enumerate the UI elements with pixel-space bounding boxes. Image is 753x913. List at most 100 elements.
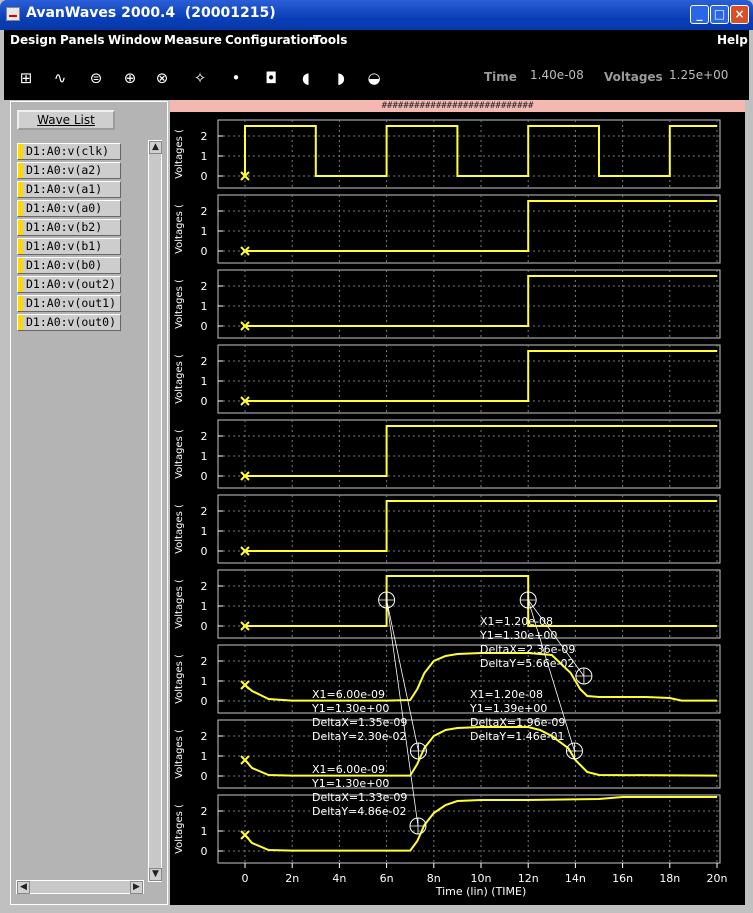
menu-configuration[interactable]: Configuration xyxy=(225,33,317,47)
wave-list-horizontal-scrollbar[interactable]: ◀ ▶ xyxy=(16,880,144,894)
wave-list-item-label: D1:A0:v(out0) xyxy=(26,315,117,329)
x-tick-label: 16n xyxy=(612,872,633,885)
wave-list-button-label: Wave List xyxy=(37,113,95,127)
cursor-annotation: DeltaX=2.36e-09 xyxy=(480,643,575,656)
panel-ylabel: Voltages ( xyxy=(174,279,185,329)
zoom-fit-icon[interactable]: • xyxy=(224,66,248,90)
y-tick-label: 2 xyxy=(201,355,208,368)
cursor-annotation: DeltaY=5.66e-02 xyxy=(480,657,575,670)
scroll-right-icon[interactable]: ▶ xyxy=(130,881,143,894)
zoom-in-icon[interactable]: ◘ xyxy=(259,66,283,90)
cursor-annotation: DeltaY=2.30e-02 xyxy=(312,730,407,743)
app-icon xyxy=(6,7,20,21)
waveform-ops-icon[interactable]: ∿ xyxy=(48,66,72,90)
cursor-annotation: Y1=1.39e+00 xyxy=(469,702,547,715)
menu-panels[interactable]: Panels xyxy=(60,33,105,47)
start-marker xyxy=(240,755,250,765)
x-tick-label: 18n xyxy=(659,872,680,885)
panel-ylabel: Voltages ( xyxy=(174,429,185,479)
wave-list-item-label: D1:A0:v(clk) xyxy=(26,144,110,158)
wave-list-item[interactable]: D1:A0:v(out2) xyxy=(17,276,121,293)
wave-list-button[interactable]: Wave List xyxy=(17,110,115,130)
wave-list-item[interactable]: D1:A0:v(a0) xyxy=(17,200,121,217)
y-tick-label: 2 xyxy=(201,505,208,518)
cursor-add-icon[interactable]: ⊕ xyxy=(118,66,142,90)
wave-list-item[interactable]: D1:A0:v(b0) xyxy=(17,257,121,274)
panel-frame xyxy=(217,569,721,639)
y-tick-label: 0 xyxy=(201,770,208,783)
y-tick-label: 1 xyxy=(201,225,208,238)
waveform-plot-area[interactable]: ############################ 0 1 2 Voltages… xyxy=(170,100,745,905)
zoom-y-icon[interactable]: ◗ xyxy=(329,66,353,90)
crosshair-icon[interactable]: ⊗ xyxy=(150,66,174,90)
wave-color-swatch xyxy=(18,277,23,292)
voltages-label: Voltages xyxy=(604,70,663,84)
wave-list-item[interactable]: D1:A0:v(a2) xyxy=(17,162,121,179)
wave-list-item[interactable]: D1:A0:v(out1) xyxy=(17,295,121,312)
cursor-annotation: DeltaX=1.33e-09 xyxy=(312,791,407,804)
panel-frame xyxy=(217,344,721,414)
x-tick-label: 4n xyxy=(332,872,346,885)
maximize-button[interactable]: □ xyxy=(710,5,729,24)
panel-frame xyxy=(217,794,721,864)
wave-list-item-label: D1:A0:v(a2) xyxy=(26,163,103,177)
y-tick-label: 1 xyxy=(201,675,208,688)
y-tick-label: 1 xyxy=(201,525,208,538)
y-tick-label: 0 xyxy=(201,545,208,558)
cursor-annotation: X1=1.20e-08 xyxy=(470,688,543,701)
panel-frame xyxy=(217,419,721,489)
menu-window[interactable]: Window xyxy=(108,33,162,47)
waveform-chart: 0 1 2 Voltages ( 0 1 2 Voltages ( 0 1 2 Voltages ( 0… xyxy=(174,119,728,898)
y-tick-label: 1 xyxy=(201,825,208,838)
scroll-up-icon[interactable]: ▲ xyxy=(149,141,162,154)
zoom-x-icon[interactable]: ◒ xyxy=(362,66,386,90)
wave-list-item-label: D1:A0:v(b0) xyxy=(26,258,103,272)
start-marker xyxy=(240,830,250,840)
cursor-annotation: X1=1.20e-08 xyxy=(480,615,553,628)
wave-list-item-label: D1:A0:v(out1) xyxy=(26,296,117,310)
menu-help[interactable]: Help xyxy=(717,33,748,47)
x-tick-label: 0 xyxy=(242,872,249,885)
y-tick-label: 0 xyxy=(201,320,208,333)
zoom-icon[interactable]: ✧ xyxy=(188,66,212,90)
y-tick-label: 1 xyxy=(201,750,208,763)
menu-bar: Design Panels Window Measure Configurati… xyxy=(4,30,749,52)
voltages-value: 1.25e+00 xyxy=(669,68,729,82)
menu-tools[interactable]: Tools xyxy=(313,33,347,47)
minimize-button[interactable]: _ xyxy=(690,5,709,24)
panel-ylabel: Voltages ( xyxy=(174,504,185,554)
title-bar: AvanWaves 2000.4 (20001215) _ □ × xyxy=(0,0,753,30)
panel-frame xyxy=(217,494,721,564)
y-tick-label: 2 xyxy=(201,805,208,818)
y-tick-label: 0 xyxy=(201,245,208,258)
y-tick-label: 2 xyxy=(201,280,208,293)
time-label: Time xyxy=(484,70,517,84)
y-tick-label: 2 xyxy=(201,130,208,143)
cursor-annotation: DeltaX=1.96e-09 xyxy=(470,716,565,729)
x-tick-label: 8n xyxy=(427,872,441,885)
menu-design[interactable]: Design xyxy=(10,33,57,47)
menu-measure[interactable]: Measure xyxy=(164,33,222,47)
wave-list-item[interactable]: D1:A0:v(b2) xyxy=(17,219,121,236)
panel-tree-icon[interactable]: ⊞ xyxy=(14,66,38,90)
y-tick-label: 1 xyxy=(201,150,208,163)
wave-color-swatch xyxy=(18,296,23,311)
close-button[interactable]: × xyxy=(730,5,749,24)
x-tick-label: 14n xyxy=(565,872,586,885)
wave-list-vertical-scrollbar[interactable]: ▲ ▼ xyxy=(148,140,162,882)
scroll-left-icon[interactable]: ◀ xyxy=(17,881,30,894)
wave-list-item[interactable]: D1:A0:v(a1) xyxy=(17,181,121,198)
time-value: 1.40e-08 xyxy=(530,68,584,82)
scroll-down-icon[interactable]: ▼ xyxy=(149,868,162,881)
panel-ylabel: Voltages ( xyxy=(174,579,185,629)
y-tick-label: 2 xyxy=(201,430,208,443)
y-tick-label: 0 xyxy=(201,620,208,633)
panel-frame xyxy=(217,194,721,264)
measure-icon[interactable]: ⊜ xyxy=(84,66,108,90)
wave-list-item[interactable]: D1:A0:v(clk) xyxy=(17,143,121,160)
wave-list-item-label: D1:A0:v(a0) xyxy=(26,201,103,215)
zoom-out-icon[interactable]: ◖ xyxy=(294,66,318,90)
wave-list-item[interactable]: D1:A0:v(b1) xyxy=(17,238,121,255)
wave-list-item[interactable]: D1:A0:v(out0) xyxy=(17,314,121,331)
y-tick-label: 2 xyxy=(201,655,208,668)
